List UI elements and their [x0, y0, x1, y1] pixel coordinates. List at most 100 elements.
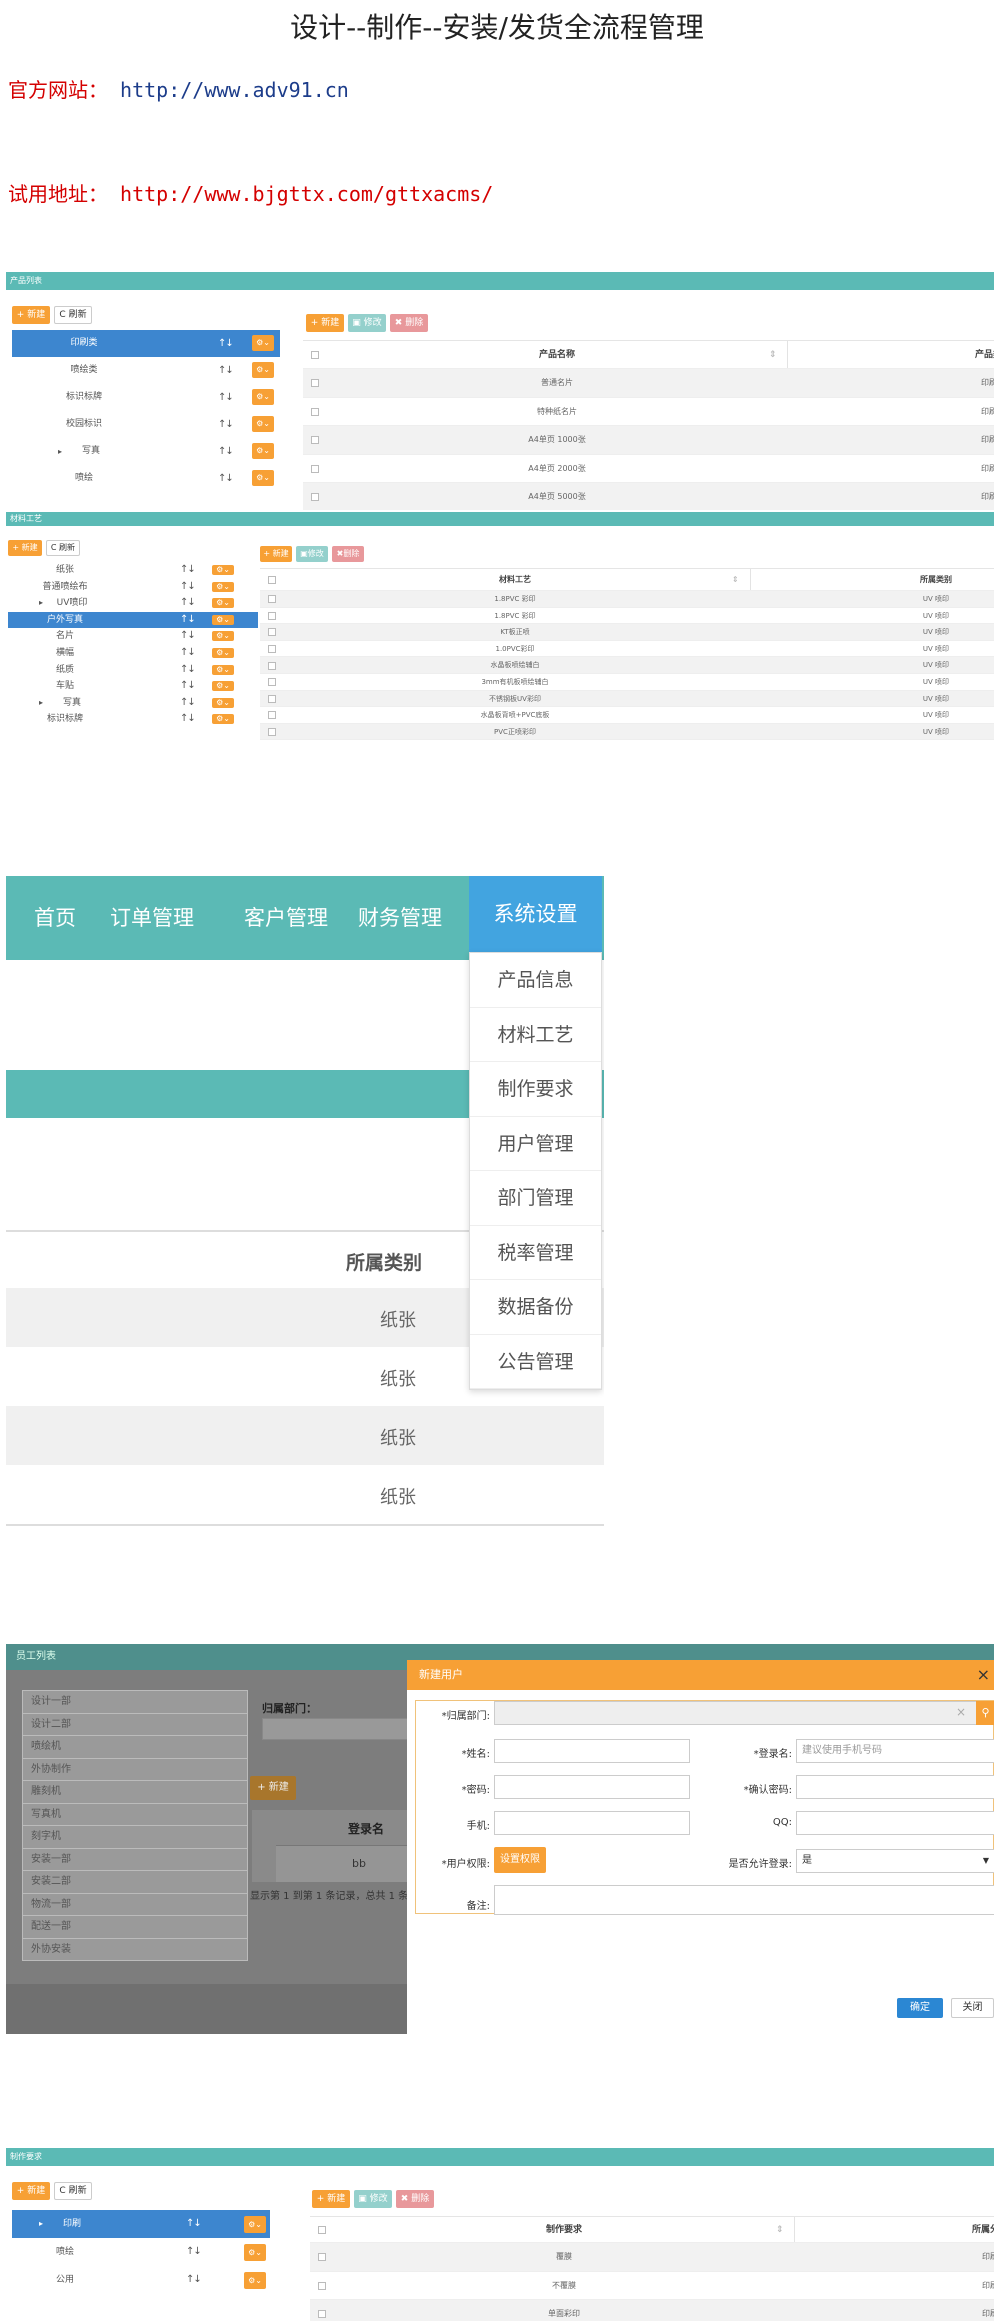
tree-item[interactable]: 名片 ↑↓ ⚙⌄ [8, 628, 258, 645]
department-item[interactable]: 写真机 [22, 1803, 248, 1826]
gear-icon[interactable]: ⚙⌄ [212, 631, 234, 642]
grid-column-header[interactable]: 所属分类 [800, 2217, 994, 2243]
grid-new-button[interactable]: + 新建 [312, 2190, 350, 2208]
tree-item[interactable]: 喷绘 ↑↓ ⚙⌄ [12, 465, 280, 492]
login-input[interactable]: 建议使用手机号码 [796, 1739, 994, 1763]
grid-column-header[interactable]: 材料工艺 [280, 569, 750, 591]
tree-item[interactable]: 写真 ▸ ↑↓ ⚙⌄ [12, 438, 280, 465]
gear-icon[interactable]: ⚙⌄ [244, 2244, 266, 2261]
gear-icon[interactable]: ⚙⌄ [212, 714, 234, 725]
tree-item[interactable]: 喷绘类 ↑↓ ⚙⌄ [12, 357, 280, 384]
select-all-checkbox[interactable] [311, 351, 319, 359]
expand-icon[interactable]: ▸ [39, 2210, 43, 2238]
expand-icon[interactable]: ▸ [39, 695, 43, 712]
dropdown-item[interactable]: 用户管理 [470, 1117, 601, 1171]
tree-item[interactable]: 印刷 ▸ ↑↓ ⚙⌄ [12, 2210, 270, 2238]
table-row[interactable]: 3mm有机板喷绘辅白 UV 喷印 [260, 674, 994, 691]
table-row[interactable]: A4单页 2000张 印刷类 [303, 455, 994, 483]
clear-icon[interactable]: × [956, 1705, 966, 1719]
department-item[interactable]: 设计二部 [22, 1713, 248, 1736]
sort-arrows-icon[interactable]: ↑↓ [186, 2238, 202, 2266]
gear-icon[interactable]: ⚙⌄ [252, 335, 274, 351]
gear-icon[interactable]: ⚙⌄ [252, 362, 274, 378]
tree-item[interactable]: UV喷印 ▸ ↑↓ ⚙⌄ [8, 595, 258, 612]
gear-icon[interactable]: ⚙⌄ [252, 416, 274, 432]
dropdown-item[interactable]: 产品信息 [470, 953, 601, 1008]
department-item[interactable]: 物流一部 [22, 1893, 248, 1916]
sort-arrows-icon[interactable]: ↑↓ [186, 2210, 202, 2238]
sort-arrows-icon[interactable]: ↑↓ [180, 662, 196, 679]
expand-icon[interactable]: ▸ [39, 595, 43, 612]
sort-arrows-icon[interactable]: ↑↓ [180, 678, 196, 695]
table-row[interactable]: 纸张 [6, 1465, 604, 1524]
department-item[interactable]: 外协制作 [22, 1758, 248, 1781]
tree-refresh-button[interactable]: C 刷新 [54, 2182, 92, 2200]
grid-new-button[interactable]: + 新建 [260, 546, 292, 562]
tree-item[interactable]: 横幅 ↑↓ ⚙⌄ [8, 645, 258, 662]
gear-icon[interactable]: ⚙⌄ [212, 648, 234, 658]
gear-icon[interactable]: ⚙⌄ [212, 681, 234, 692]
note-textarea[interactable] [494, 1885, 994, 1915]
sort-arrows-icon[interactable]: ↑↓ [218, 357, 234, 384]
qq-input[interactable] [796, 1811, 994, 1835]
password-input[interactable] [494, 1775, 690, 1799]
row-checkbox[interactable] [311, 407, 319, 416]
gear-icon[interactable]: ⚙⌄ [212, 565, 234, 575]
grid-edit-button[interactable]: ▣修改 [296, 546, 328, 562]
expand-icon[interactable]: ▸ [58, 438, 62, 465]
gear-icon[interactable]: ⚙⌄ [244, 2272, 266, 2289]
search-icon[interactable]: ⚲ [976, 1701, 994, 1725]
row-checkbox[interactable] [268, 595, 276, 604]
table-row[interactable]: 1.8PVC 彩印 UV 喷印 [260, 591, 994, 608]
sort-icon[interactable]: ⇕ [769, 341, 777, 369]
row-checkbox[interactable] [268, 728, 276, 737]
bg-new-button[interactable]: + 新建 [250, 1776, 296, 1800]
row-checkbox[interactable] [268, 645, 276, 654]
row-checkbox[interactable] [268, 678, 276, 687]
tree-item[interactable]: 印刷类 ↑↓ ⚙⌄ [12, 330, 280, 357]
official-site-link[interactable]: http://www.adv91.cn [120, 78, 349, 102]
tree-item[interactable]: 标识标牌 ↑↓ ⚙⌄ [12, 384, 280, 411]
table-row[interactable]: 水晶板背喷+PVC底板 UV 喷印 [260, 707, 994, 724]
nav-customers[interactable]: 客户管理 [244, 876, 328, 960]
tree-item[interactable]: 纸张 ↑↓ ⚙⌄ [8, 562, 258, 579]
set-permission-button[interactable]: 设置权限 [494, 1847, 546, 1873]
nav-system-settings[interactable]: 系统设置 [469, 876, 602, 952]
row-checkbox[interactable] [268, 628, 276, 637]
tree-item[interactable]: 普通喷绘布 ↑↓ ⚙⌄ [8, 579, 258, 596]
sort-arrows-icon[interactable]: ↑↓ [218, 330, 234, 357]
confirm-button[interactable]: 确定 [897, 1998, 943, 2018]
gear-icon[interactable]: ⚙⌄ [212, 664, 234, 675]
grid-column-header[interactable]: 产品类别 [793, 341, 994, 369]
table-row[interactable]: 不锈钢板UV彩印 UV 喷印 [260, 690, 994, 708]
table-row[interactable]: PVC正喷彩印 UV 喷印 [260, 723, 994, 741]
sort-arrows-icon[interactable]: ↑↓ [180, 595, 196, 612]
sort-arrows-icon[interactable]: ↑↓ [218, 465, 234, 492]
row-checkbox[interactable] [318, 2281, 326, 2290]
row-checkbox[interactable] [268, 661, 276, 670]
row-checkbox[interactable] [268, 694, 276, 703]
row-checkbox[interactable] [311, 436, 319, 445]
department-item[interactable]: 雕刻机 [22, 1781, 248, 1804]
tree-item[interactable]: 喷绘 ↑↓ ⚙⌄ [12, 2238, 270, 2266]
dropdown-item[interactable]: 制作要求 [470, 1062, 601, 1117]
tree-new-button[interactable]: + 新建 [8, 540, 42, 556]
row-checkbox[interactable] [311, 379, 319, 388]
sort-arrows-icon[interactable]: ↑↓ [218, 384, 234, 411]
dept-select[interactable] [494, 1701, 994, 1725]
sort-arrows-icon[interactable]: ↑↓ [186, 2266, 202, 2294]
tree-item[interactable]: 纸质 ↑↓ ⚙⌄ [8, 662, 258, 679]
nav-home[interactable]: 首页 [34, 876, 76, 960]
grid-delete-button[interactable]: ✖ 删除 [390, 314, 428, 332]
gear-icon[interactable]: ⚙⌄ [252, 470, 274, 486]
grid-edit-button[interactable]: ▣ 修改 [354, 2190, 392, 2208]
gear-icon[interactable]: ⚙⌄ [212, 697, 234, 708]
sort-arrows-icon[interactable]: ↑↓ [180, 695, 196, 712]
table-row[interactable]: 1.0PVC彩印 UV 喷印 [260, 641, 994, 658]
gear-icon[interactable]: ⚙⌄ [244, 2216, 266, 2233]
tree-refresh-button[interactable]: C 刷新 [46, 540, 80, 556]
department-item[interactable]: 安装二部 [22, 1871, 248, 1894]
table-row[interactable]: 1.8PVC 彩印 UV 喷印 [260, 608, 994, 625]
close-button[interactable]: 关闭 [951, 1998, 994, 2018]
close-icon[interactable]: × [977, 1665, 990, 1684]
